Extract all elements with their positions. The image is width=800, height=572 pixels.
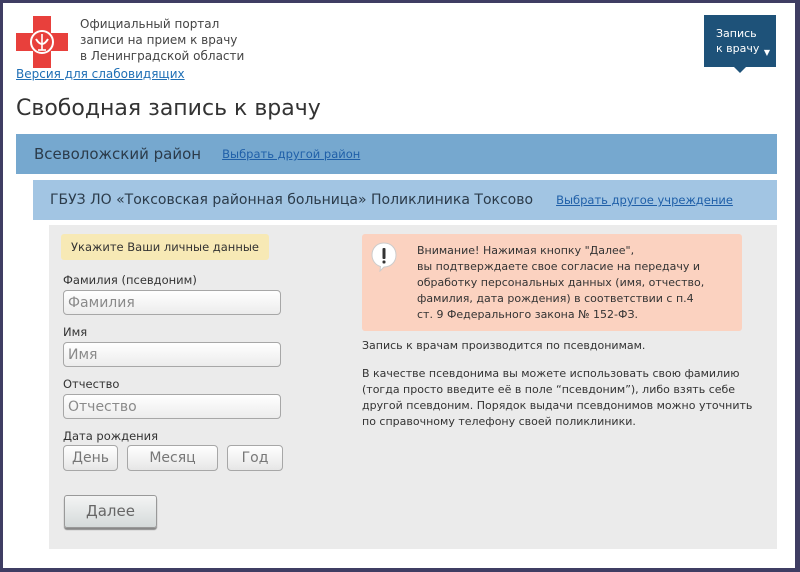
district-name: Всеволожский район (34, 145, 202, 163)
first-name-input[interactable] (63, 342, 281, 367)
surname-label: Фамилия (псевдоним) (63, 273, 197, 287)
warning-line: Внимание! Нажимая кнопку "Далее", (417, 244, 635, 257)
warning-text: Внимание! Нажимая кнопку "Далее", вы под… (417, 243, 704, 323)
clinic-bar: ГБУЗ ЛО «Токсовская районная больница» П… (33, 180, 777, 220)
red-cross-logo-icon (16, 16, 68, 68)
birth-day-select[interactable]: День (63, 445, 118, 471)
low-vision-version-link[interactable]: Версия для слабовидящих (16, 67, 185, 81)
first-name-label: Имя (63, 325, 88, 339)
appointment-button-line1: Запись (716, 27, 757, 40)
personal-data-form: Укажите Ваши личные данные Фамилия (псев… (49, 225, 777, 549)
portal-title: Официальный портал записи на прием к вра… (80, 16, 244, 64)
page: Официальный портал записи на прием к вра… (3, 3, 795, 568)
info-line: по справочному телефону своей поликлиник… (362, 415, 636, 428)
pseudonym-info: Запись к врачам производится по псевдони… (362, 339, 646, 352)
next-button[interactable]: Далее (64, 495, 157, 528)
info-line: (тогда просто введите её в поле “псевдон… (362, 383, 736, 396)
dropdown-arrow-icon: ▼ (763, 48, 770, 57)
pseudonym-details: В качестве псевдонима вы можете использо… (362, 366, 772, 430)
portal-title-line: в Ленинградской области (80, 49, 245, 63)
appointment-menu-button[interactable]: Запись к врачу ▼ (704, 15, 776, 73)
change-district-link[interactable]: Выбрать другой район (222, 147, 360, 161)
district-bar: Всеволожский район Выбрать другой район (16, 134, 777, 174)
portal-title-line: записи на прием к врачу (80, 33, 238, 47)
form-hint: Укажите Ваши личные данные (61, 234, 269, 260)
warning-line: обработку персональных данных (имя, отче… (417, 276, 705, 289)
info-line: В качестве псевдонима вы можете использо… (362, 367, 740, 380)
warning-line: ст. 9 Федерального закона № 152-ФЗ. (417, 308, 639, 321)
birth-date-label: Дата рождения (63, 429, 159, 443)
warning-line: вы подтверждаете свое согласие на переда… (417, 260, 700, 273)
exclamation-bubble-icon (371, 242, 397, 272)
clinic-name: ГБУЗ ЛО «Токсовская районная больница» П… (50, 192, 534, 208)
page-title: Свободная запись к врачу (16, 96, 321, 121)
change-clinic-link[interactable]: Выбрать другое учреждение (556, 193, 733, 207)
patronymic-label: Отчество (63, 377, 120, 391)
surname-input[interactable] (63, 290, 281, 315)
patronymic-input[interactable] (63, 394, 281, 419)
birth-year-select[interactable]: Год (227, 445, 283, 471)
portal-title-line: Официальный портал (80, 17, 220, 31)
birth-month-select[interactable]: Месяц (127, 445, 218, 471)
consent-warning: Внимание! Нажимая кнопку "Далее", вы под… (362, 234, 742, 331)
info-line: другой псевдоним. Порядок выдачи псевдон… (362, 399, 753, 412)
warning-line: фамилия, дата рождения) в соответствии с… (417, 292, 694, 305)
